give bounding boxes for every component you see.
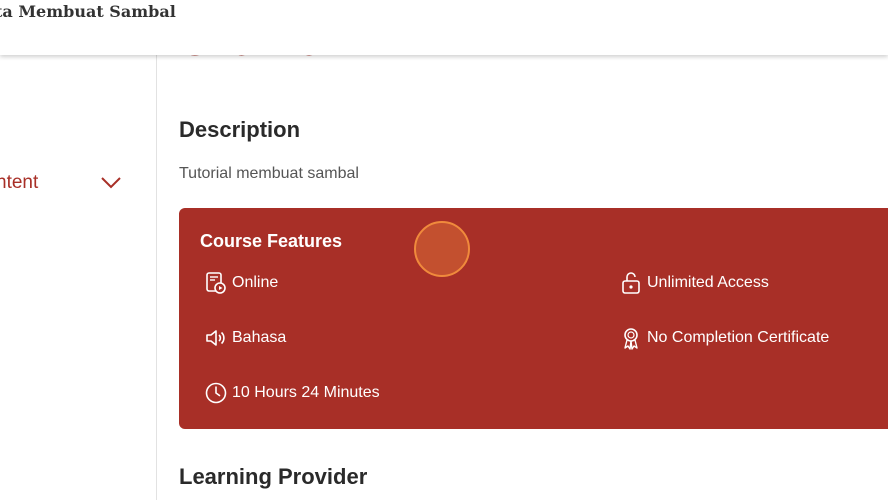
learning-provider-heading: Learning Provider xyxy=(179,464,368,489)
course-features-card: Course Features Online Unlimited Access … xyxy=(179,208,888,429)
feature-unlimited-access-label: Unlimited Access xyxy=(647,274,769,291)
feature-duration: 10 Hours 24 Minutes xyxy=(204,381,380,405)
course-features-title: Course Features xyxy=(200,231,343,251)
top-bar: ta Membuat Sambal xyxy=(0,0,888,55)
certificate-icon xyxy=(624,328,638,350)
online-video-icon xyxy=(206,272,226,294)
feature-duration-label: 10 Hours 24 Minutes xyxy=(232,384,380,401)
feature-language-label: Bahasa xyxy=(232,329,287,346)
description-text: Tutorial membuat sambal xyxy=(179,165,359,182)
feature-certificate-label: No Completion Certificate xyxy=(647,329,830,346)
feature-language: Bahasa xyxy=(204,326,286,350)
feature-online-label: Online xyxy=(232,274,279,291)
unlock-icon xyxy=(622,272,640,294)
description-heading: Description xyxy=(179,117,301,142)
chevron-down-icon xyxy=(101,177,121,189)
cursor-indicator xyxy=(414,221,470,277)
feature-unlimited-access: Unlimited Access xyxy=(619,271,769,295)
feature-certificate: No Completion Certificate xyxy=(619,326,829,350)
feature-online: Online xyxy=(204,271,278,295)
course-title: ta Membuat Sambal xyxy=(0,2,176,21)
sidebar-divider xyxy=(156,55,157,500)
sidebar-item-label: ntent xyxy=(0,172,39,193)
clock-icon xyxy=(205,382,227,404)
sidebar-item-content[interactable]: ntent xyxy=(0,168,122,198)
speaker-icon xyxy=(206,330,225,346)
